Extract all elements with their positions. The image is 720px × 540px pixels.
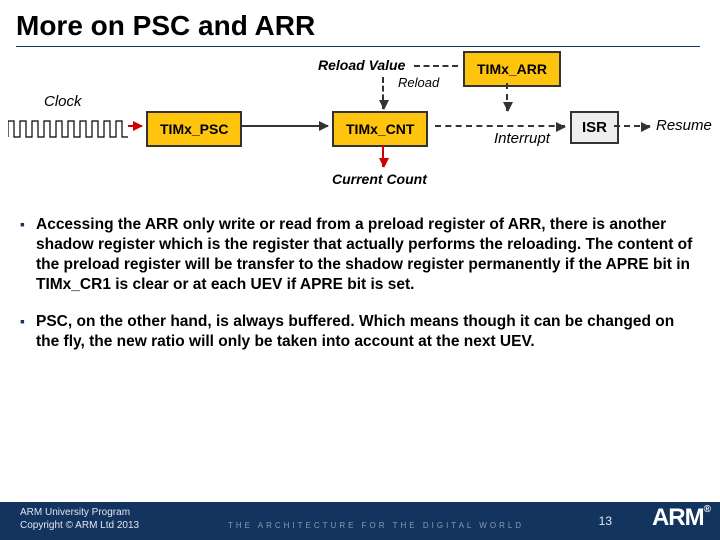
arrow-cnt-down-icon bbox=[382, 145, 384, 167]
arrow-psc-to-cnt-icon bbox=[240, 125, 328, 127]
dash-to-isr-icon bbox=[435, 125, 565, 127]
reload-label: Reload bbox=[398, 75, 439, 90]
footer-line1: ARM University Program bbox=[20, 507, 130, 518]
interrupt-label: Interrupt bbox=[494, 130, 550, 147]
arrow-clock-to-psc-icon bbox=[128, 125, 142, 127]
reload-value-label: Reload Value bbox=[318, 57, 405, 73]
timx-cnt-box: TIMx_CNT bbox=[332, 111, 428, 147]
timx-arr-box: TIMx_ARR bbox=[463, 51, 561, 87]
list-item: PSC, on the other hand, is always buffer… bbox=[22, 312, 698, 352]
clock-signal-icon bbox=[8, 117, 133, 141]
dash-to-resume-icon bbox=[614, 125, 650, 127]
dash-arr-down-icon bbox=[382, 77, 384, 109]
clock-label: Clock bbox=[44, 93, 82, 110]
diagram: Clock TIMx_PSC TIMx_CNT Reload Value Rel… bbox=[0, 55, 720, 215]
footer-line2: Copyright © ARM Ltd 2013 bbox=[20, 520, 139, 531]
footer-credit: ARM University Program Copyright © ARM L… bbox=[20, 506, 139, 532]
title-underline bbox=[16, 46, 700, 47]
list-item: Accessing the ARR only write or read fro… bbox=[22, 215, 698, 296]
resume-label: Resume bbox=[656, 117, 712, 134]
page-number: 13 bbox=[599, 514, 612, 528]
bullets-list: Accessing the ARR only write or read fro… bbox=[0, 215, 720, 352]
footer-tagline: THE ARCHITECTURE FOR THE DIGITAL WORLD bbox=[228, 521, 524, 530]
timx-psc-box: TIMx_PSC bbox=[146, 111, 242, 147]
dash-to-arr-icon bbox=[414, 65, 458, 67]
isr-box: ISR bbox=[570, 111, 619, 144]
footer: ARM University Program Copyright © ARM L… bbox=[0, 502, 720, 540]
slide: More on PSC and ARR Clock TIMx_PSC TIMx_… bbox=[0, 0, 720, 540]
dash-arr-to-interrupt-icon bbox=[506, 83, 508, 111]
arm-logo: ARM® bbox=[652, 504, 710, 532]
slide-title: More on PSC and ARR bbox=[0, 0, 720, 46]
current-count-label: Current Count bbox=[332, 171, 427, 187]
